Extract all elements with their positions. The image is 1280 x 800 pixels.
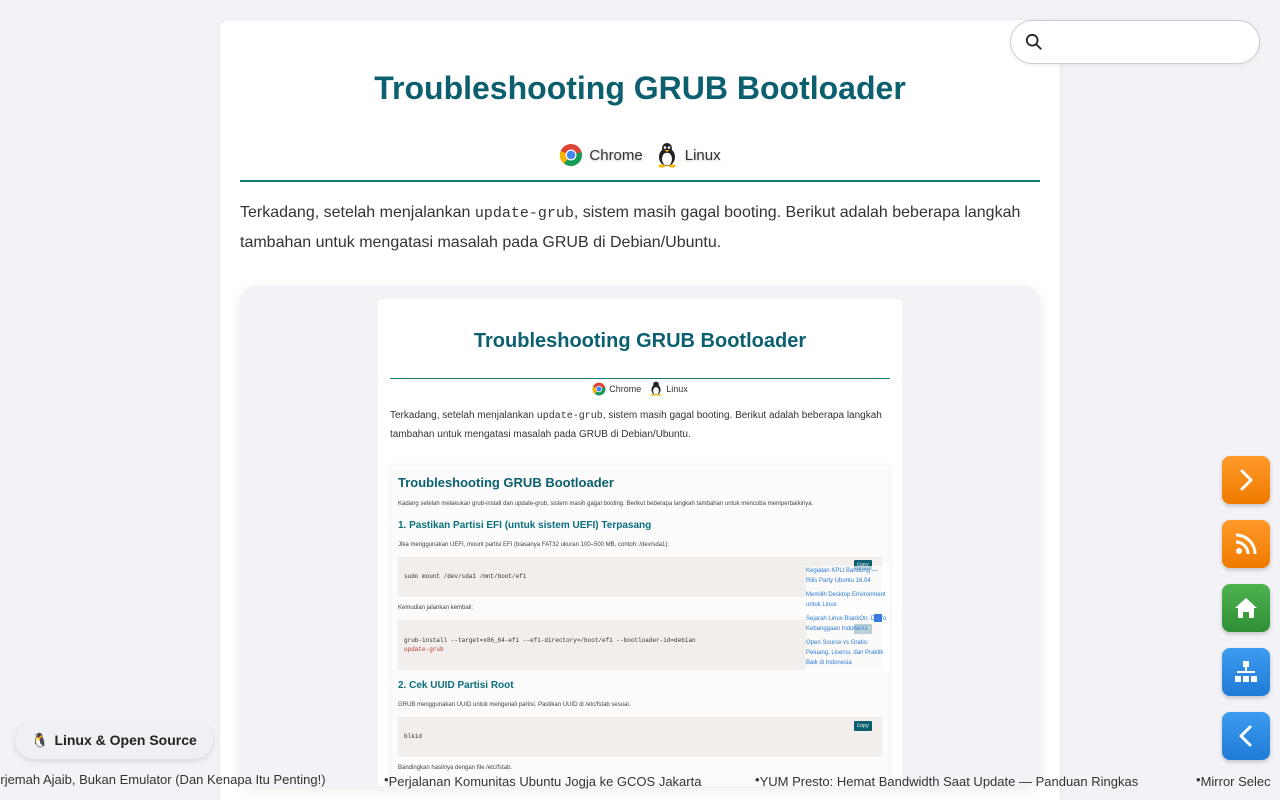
search-box[interactable] [1010, 20, 1260, 64]
scroll-marker [874, 614, 882, 622]
home-icon [1235, 598, 1257, 618]
nested-paragraph: Kemudian jalankan kembali: [398, 605, 474, 611]
rss-icon [1235, 533, 1257, 555]
preview-intro-text: Terkadang, setelah menjalankan [390, 410, 537, 421]
related-link[interactable]: Kegiatan KPLI Bandung — Rilis Party Ubun… [806, 566, 890, 586]
copy-button[interactable]: Copy [853, 721, 872, 731]
sitemap-button[interactable] [1222, 648, 1270, 696]
nested-intro: Kadang setelah melakukan grub-install da… [398, 501, 814, 507]
chrome-icon [592, 382, 606, 395]
platform-tags: Chrome Linux [220, 142, 1060, 168]
nested-heading-1: 1. Pastikan Partisi EFI (untuk sistem UE… [398, 520, 652, 531]
ticker-item-text: Mirror Selec [1200, 774, 1271, 789]
nested-title: Troubleshooting GRUB Bootloader [398, 475, 614, 490]
tux-icon [651, 381, 662, 396]
tag-label: Chrome [589, 146, 643, 164]
preview-divider [390, 378, 890, 379]
intro-paragraph: Terkadang, setelah menjalankan update-gr… [240, 198, 1040, 257]
inline-code: update-grub [474, 205, 574, 222]
preview-title: Troubleshooting GRUB Bootloader [473, 330, 807, 352]
related-link[interactable]: Memilih Desktop Environment untuk Linux [806, 590, 890, 610]
code-text: sudo mount /dev/sda1 /mnt/boot/efi [404, 573, 527, 580]
screenshot-preview: Troubleshooting GRUB Bootloader Chrome L… [240, 286, 1040, 786]
news-ticker: Penerjemah Ajaib, Bukan Emulator (Dan Ke… [0, 770, 1280, 790]
article-card: Troubleshooting GRUB Bootloader Chrome L… [220, 20, 1060, 800]
ticker-item-text: YUM Presto: Hemat Bandwidth Saat Update … [759, 774, 1139, 789]
tag-linux[interactable]: Linux [655, 142, 721, 168]
intro-text: Terkadang, setelah menjalankan [240, 204, 475, 221]
page-title: Troubleshooting GRUB Bootloader [374, 70, 906, 106]
rss-button[interactable] [1222, 520, 1270, 568]
chevron-left-icon [1239, 725, 1252, 747]
nested-code-block: blkid Copy [398, 717, 882, 757]
nested-paragraph: GRUB menggunakan UUID untuk mengenali pa… [398, 702, 631, 708]
ticker-item[interactable]: • YUM Presto: Hemat Bandwidth Saat Updat… [755, 772, 1138, 789]
penguin-icon: 🐧 [31, 731, 49, 748]
chevron-right-icon [1240, 469, 1253, 491]
next-post-button[interactable] [1222, 456, 1270, 504]
search-input[interactable] [1053, 29, 1249, 57]
category-label: Linux & Open Source [54, 732, 197, 748]
preview-intro: Terkadang, setelah menjalankan update-gr… [390, 407, 890, 444]
preview-tags: Chrome Linux [378, 381, 902, 396]
preview-screenshot: Troubleshooting GRUB Bootloader Chrome L… [378, 299, 902, 786]
title-divider [240, 180, 1040, 182]
tux-icon [658, 143, 676, 168]
tag-chrome[interactable]: Chrome [559, 143, 643, 167]
preview-tag-label: Chrome [609, 383, 642, 394]
previous-post-button[interactable] [1222, 712, 1270, 760]
preview-inline-code: update-grub [536, 411, 603, 422]
chrome-icon [560, 144, 583, 166]
sitemap-icon [1235, 661, 1257, 682]
nested-preview: Troubleshooting GRUB Bootloader Kadang s… [390, 465, 890, 786]
ticker-item[interactable]: • Perjalanan Komunitas Ubuntu Jogja ke G… [384, 772, 701, 789]
related-link[interactable]: Open Source vs Gratis: Peluang, Lisensi,… [806, 638, 890, 668]
search-icon [1025, 33, 1042, 50]
ticker-item-text: Perjalanan Komunitas Ubuntu Jogja ke GCO… [388, 774, 702, 789]
ticker-item[interactable]: Penerjemah Ajaib, Bukan Emulator (Dan Ke… [0, 772, 326, 787]
preview-tag-label: Linux [666, 383, 688, 394]
home-button[interactable] [1222, 584, 1270, 632]
nested-paragraph: Jika menggunakan UEFI, mount partisi EFI… [398, 542, 670, 548]
category-pill[interactable]: 🐧 Linux & Open Source [15, 721, 213, 759]
code-text: blkid [404, 733, 423, 740]
tag-label: Linux [684, 146, 721, 164]
ticker-item[interactable]: • Mirror Selec [1196, 772, 1271, 789]
nested-heading-2: 2. Cek UUID Partisi Root [398, 680, 514, 691]
